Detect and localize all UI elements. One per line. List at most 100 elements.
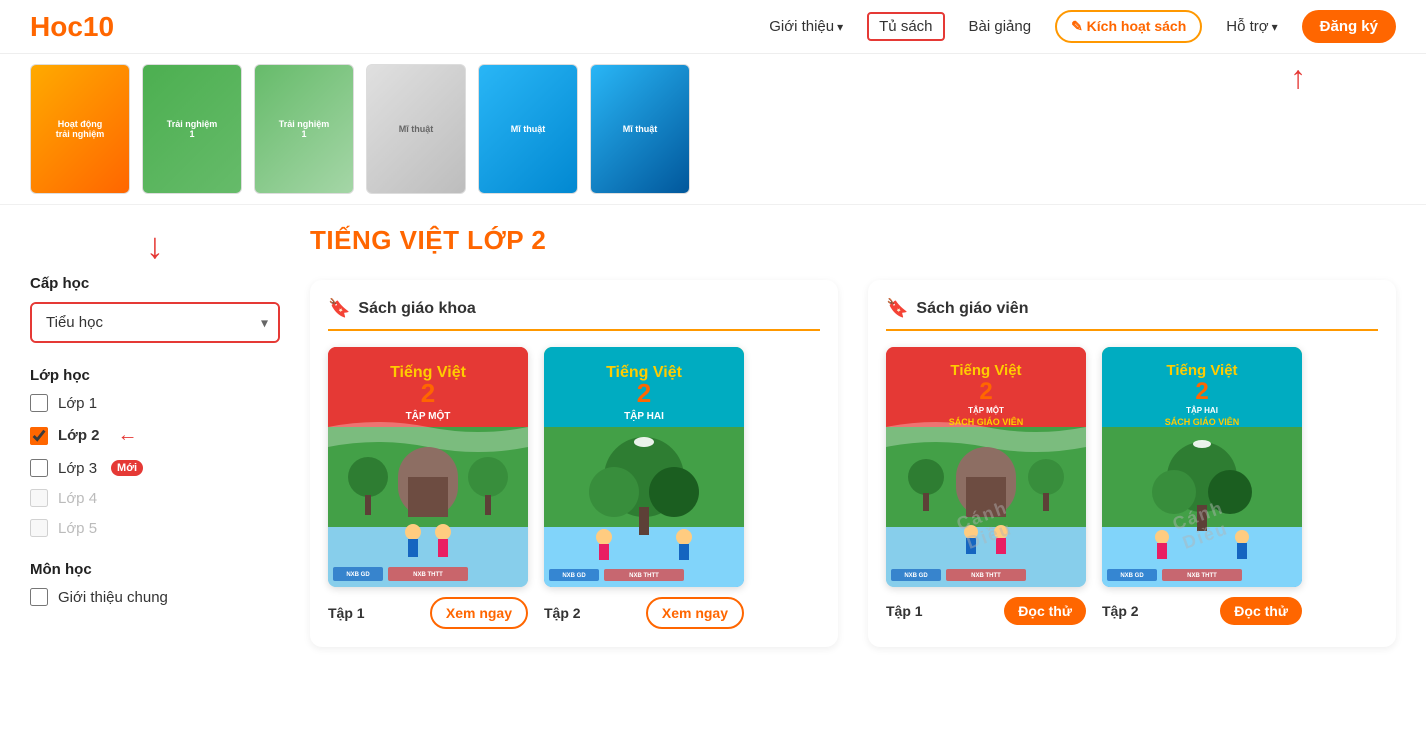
activate-book-button[interactable]: ✎ Kích hoạt sách <box>1055 10 1202 43</box>
sgv-book-2-tap: Tập 2 <box>1102 603 1139 619</box>
svg-text:2: 2 <box>637 378 651 408</box>
svg-text:TẬP MỘT: TẬP MỘT <box>968 406 1004 415</box>
nav-gioi-thieu[interactable]: Giới thiệu ▾ <box>769 18 843 35</box>
lop5-item: Lớp 5 <box>30 519 280 537</box>
sgv-book-1-btn[interactable]: Đọc thử <box>1004 597 1086 625</box>
svg-text:NXB GD: NXB GD <box>562 573 586 579</box>
sgk-book-1-btn[interactable]: Xem ngay <box>430 597 528 629</box>
sgk-book-2-tap: Tập 2 <box>544 605 581 621</box>
nav-links: Giới thiệu ▾ Tủ sách Bài giảng ✎ Kích ho… <box>769 10 1396 43</box>
svg-text:Tiếng Việt: Tiếng Việt <box>950 362 1021 379</box>
logo[interactable]: Hoc10 <box>30 11 114 43</box>
sgv-book-2-cover[interactable]: Tiếng Việt 2 TẬP HAI SÁCH GIÁO VIÊN <box>1102 347 1302 587</box>
arrow-left-indicator: ← <box>118 424 138 447</box>
svg-text:NXB GD: NXB GD <box>346 572 370 578</box>
carousel-book-6[interactable]: Mĩ thuật <box>590 64 690 194</box>
gtc-checkbox[interactable] <box>30 588 48 606</box>
svg-text:SÁCH GIÁO VIÊN: SÁCH GIÁO VIÊN <box>949 416 1024 427</box>
content-area: TIẾNG VIỆT LỚP 2 🔖 Sách giáo khoa <box>310 225 1396 647</box>
arrow-down-indicator: ↓ <box>30 225 280 267</box>
sgk-section: 🔖 Sách giáo khoa <box>310 280 838 647</box>
svg-text:TẬP MỘT: TẬP MỘT <box>406 409 451 422</box>
svg-text:TẬP HAI: TẬP HAI <box>624 409 664 422</box>
mon-hoc-section: Môn học Giới thiệu chung <box>30 561 280 606</box>
svg-text:2: 2 <box>1195 378 1208 405</box>
svg-text:2: 2 <box>421 378 435 408</box>
sgv-section: 🔖 Sách giáo viên Tiếng Việt <box>868 280 1396 647</box>
lop4-label: Lớp 4 <box>58 490 97 507</box>
chevron-down-icon: ▾ <box>837 20 843 34</box>
sgk-book-2-cover[interactable]: Tiếng Việt 2 TẬP HAI <box>544 347 744 587</box>
cap-hoc-section: Cấp học Tiểu học THCS THPT ▾ <box>30 275 280 343</box>
nav-ho-tro[interactable]: Hỗ trợ ▾ <box>1226 18 1277 35</box>
lop-hoc-section: Lớp học Lớp 1 Lớp 2 ← Lớp 3 Mới Lớp 4 <box>30 367 280 537</box>
lop-hoc-label: Lớp học <box>30 367 280 384</box>
lop3-label[interactable]: Lớp 3 <box>58 460 97 477</box>
sgk-book-1: Tiếng Việt 2 TẬP MỘT <box>328 347 528 629</box>
carousel-book-2[interactable]: Trải nghiệm1 <box>142 64 242 194</box>
svg-text:NXB THTT: NXB THTT <box>413 572 443 578</box>
sgk-book-2: Tiếng Việt 2 TẬP HAI <box>544 347 744 629</box>
svg-text:Tiếng Việt: Tiếng Việt <box>1166 362 1237 379</box>
sgk-book-1-cover[interactable]: Tiếng Việt 2 TẬP MỘT <box>328 347 528 587</box>
sgk-section-title: 🔖 Sách giáo khoa <box>328 298 820 331</box>
logo-num: 10 <box>83 11 114 42</box>
lop4-item: Lớp 4 <box>30 489 280 507</box>
lop2-label[interactable]: Lớp 2 <box>58 427 100 444</box>
cap-hoc-select-wrapper[interactable]: Tiểu học THCS THPT ▾ <box>30 302 280 343</box>
sgk-book-2-btn[interactable]: Xem ngay <box>646 597 744 629</box>
bookmark-icon-sgk: 🔖 <box>328 298 350 319</box>
book-sections: 🔖 Sách giáo khoa <box>310 280 1396 647</box>
section-title: TIẾNG VIỆT LỚP 2 <box>310 225 1396 256</box>
lop4-checkbox <box>30 489 48 507</box>
cap-hoc-select[interactable]: Tiểu học THCS THPT <box>32 304 278 341</box>
arrow-up-indicator: ↑ <box>1290 59 1306 96</box>
sgv-book-1: Tiếng Việt 2 TẬP MỘT SÁCH GIÁO VIÊN <box>886 347 1086 625</box>
mon-hoc-label: Môn học <box>30 561 280 578</box>
svg-text:TẬP HAI: TẬP HAI <box>1186 406 1218 415</box>
sgv-section-title: 🔖 Sách giáo viên <box>886 298 1378 331</box>
lop5-label: Lớp 5 <box>58 520 97 537</box>
main-layout: ↓ Cấp học Tiểu học THCS THPT ▾ Lớp học L… <box>0 205 1426 667</box>
sidebar: ↓ Cấp học Tiểu học THCS THPT ▾ Lớp học L… <box>30 225 280 647</box>
new-badge: Mới <box>111 460 143 476</box>
carousel-book-5[interactable]: Mĩ thuật <box>478 64 578 194</box>
gtc-label[interactable]: Giới thiệu chung <box>58 589 168 606</box>
bookmark-icon-sgv: 🔖 <box>886 298 908 319</box>
sgv-book-2-footer: Tập 2 Đọc thử <box>1102 597 1302 625</box>
sgv-book-2-btn[interactable]: Đọc thử <box>1220 597 1302 625</box>
lop1-item: Lớp 1 <box>30 394 280 412</box>
nav-tu-sach[interactable]: Tủ sách <box>867 12 944 41</box>
sgv-book-1-footer: Tập 1 Đọc thử <box>886 597 1086 625</box>
sgk-books-row: Tiếng Việt 2 TẬP MỘT <box>328 347 820 629</box>
sgk-book-1-tap: Tập 1 <box>328 605 365 621</box>
sgv-book-1-cover[interactable]: Tiếng Việt 2 TẬP MỘT SÁCH GIÁO VIÊN <box>886 347 1086 587</box>
carousel-book-3[interactable]: Trải nghiệm1 <box>254 64 354 194</box>
carousel-book-4[interactable]: Mĩ thuật <box>366 64 466 194</box>
nav-bai-giang[interactable]: Bài giảng <box>969 18 1032 35</box>
header: Hoc10 Giới thiệu ▾ Tủ sách Bài giảng ✎ K… <box>0 0 1426 54</box>
lop1-label[interactable]: Lớp 1 <box>58 395 97 412</box>
svg-text:NXB THTT: NXB THTT <box>971 573 1001 579</box>
register-button[interactable]: Đăng ký <box>1302 10 1396 43</box>
lop2-item: Lớp 2 ← <box>30 424 280 447</box>
lop5-checkbox <box>30 519 48 537</box>
lop3-item: Lớp 3 Mới <box>30 459 280 477</box>
sgv-book-2: Tiếng Việt 2 TẬP HAI SÁCH GIÁO VIÊN <box>1102 347 1302 625</box>
chevron-down-icon-support: ▾ <box>1272 20 1278 34</box>
lop2-checkbox[interactable] <box>30 427 48 445</box>
cap-hoc-label: Cấp học <box>30 275 280 292</box>
lop3-checkbox[interactable] <box>30 459 48 477</box>
carousel-area: Hoạt độngtrải nghiệm Trải nghiệm1 Trải n… <box>0 54 1426 205</box>
svg-text:2: 2 <box>979 378 992 405</box>
lop1-checkbox[interactable] <box>30 394 48 412</box>
sgk-book-2-footer: Tập 2 Xem ngay <box>544 597 744 629</box>
sgk-book-1-footer: Tập 1 Xem ngay <box>328 597 528 629</box>
carousel-book-1[interactable]: Hoạt độngtrải nghiệm <box>30 64 130 194</box>
svg-text:NXB THTT: NXB THTT <box>629 573 659 579</box>
svg-text:NXB THTT: NXB THTT <box>1187 573 1217 579</box>
logo-text: Hoc <box>30 11 83 42</box>
sgv-book-1-tap: Tập 1 <box>886 603 923 619</box>
svg-text:SÁCH GIÁO VIÊN: SÁCH GIÁO VIÊN <box>1165 416 1240 427</box>
gtc-item: Giới thiệu chung <box>30 588 280 606</box>
